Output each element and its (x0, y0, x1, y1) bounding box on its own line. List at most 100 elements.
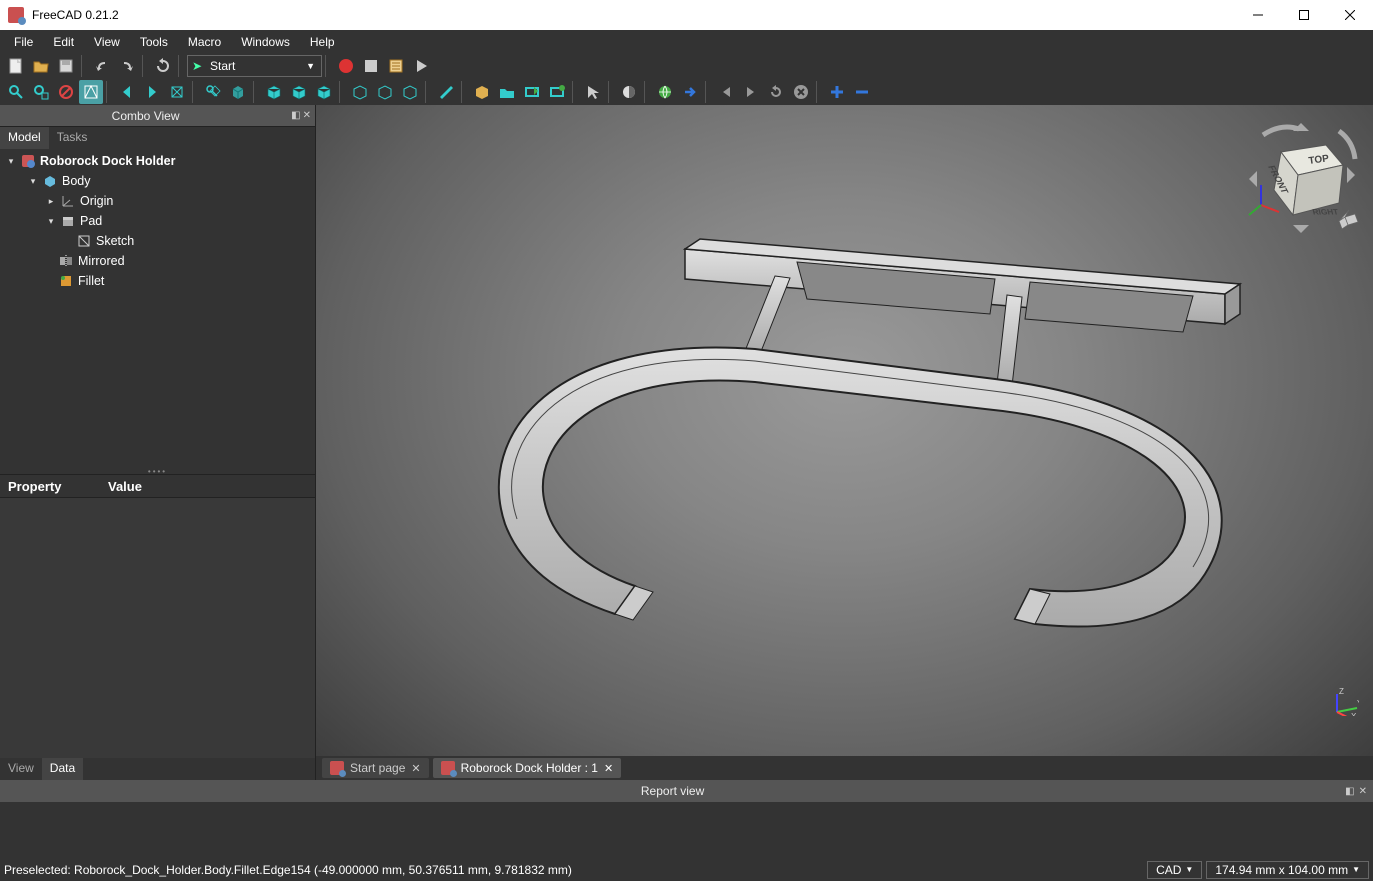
cursor-icon[interactable] (581, 80, 605, 104)
menu-macro[interactable]: Macro (178, 32, 231, 52)
separator (425, 81, 431, 103)
navcube-rotate-cw[interactable] (1339, 131, 1355, 159)
tree-item-fillet[interactable]: Fillet (0, 271, 315, 291)
save-file-icon[interactable] (54, 54, 78, 78)
tree-item-origin[interactable]: ▸Origin (0, 191, 315, 211)
part-icon[interactable] (470, 80, 494, 104)
tab-data[interactable]: Data (42, 758, 83, 780)
web-icon[interactable] (653, 80, 677, 104)
nav-mode-selector[interactable]: CAD▼ (1147, 861, 1202, 879)
cube-front-icon[interactable] (226, 80, 250, 104)
doctab-start[interactable]: Start page✕ (322, 758, 429, 778)
separator (608, 81, 614, 103)
drawstyle-icon[interactable] (79, 80, 103, 104)
nav-next-icon[interactable] (739, 80, 763, 104)
expand-icon[interactable]: ▾ (6, 156, 16, 167)
report-view-title: Report view ◧ ✕ (0, 780, 1373, 802)
stop-load-icon[interactable] (789, 80, 813, 104)
document-icon (20, 153, 36, 169)
dimensions-display[interactable]: 174.94 mm x 104.00 mm▼ (1206, 861, 1369, 879)
close-button[interactable] (1327, 0, 1373, 30)
document-tabs: Start page✕ Roborock Dock Holder : 1✕ (316, 756, 1373, 780)
expand-icon[interactable]: ▸ (46, 196, 56, 207)
go-icon[interactable] (678, 80, 702, 104)
menu-windows[interactable]: Windows (231, 32, 300, 52)
close-panel-icon[interactable]: ✕ (303, 110, 311, 121)
close-tab-icon[interactable]: ✕ (604, 762, 613, 775)
tree-item-pad[interactable]: ▾Pad (0, 211, 315, 231)
doctab-document[interactable]: Roborock Dock Holder : 1✕ (433, 758, 622, 778)
tree-item-body[interactable]: ▾Body (0, 171, 315, 191)
measure-icon[interactable] (434, 80, 458, 104)
menu-file[interactable]: File (4, 32, 43, 52)
navcube-arrow-down[interactable] (1293, 225, 1309, 233)
freecad-icon (330, 761, 344, 775)
expand-icon[interactable]: ▾ (46, 216, 56, 227)
group-icon[interactable] (495, 80, 519, 104)
expand-icon[interactable]: ▾ (28, 176, 38, 187)
nav-prev-icon[interactable] (714, 80, 738, 104)
view-top-icon[interactable] (287, 80, 311, 104)
mirror-icon (58, 253, 74, 269)
view-right-icon[interactable] (312, 80, 336, 104)
body-icon (42, 173, 58, 189)
separator (705, 81, 711, 103)
report-view-body[interactable] (0, 802, 1373, 858)
appearance-icon[interactable] (617, 80, 641, 104)
fit-selection-icon[interactable] (29, 80, 53, 104)
view-left-icon[interactable] (398, 80, 422, 104)
no-icon[interactable] (54, 80, 78, 104)
zoom-out-icon[interactable] (850, 80, 874, 104)
iso-view-icon[interactable] (201, 80, 225, 104)
menu-view[interactable]: View (84, 32, 130, 52)
refresh-icon[interactable] (151, 54, 175, 78)
view-rear-icon[interactable] (348, 80, 372, 104)
menu-help[interactable]: Help (300, 32, 345, 52)
3d-view[interactable]: TOP FRONT RIGHT (316, 105, 1373, 756)
macro-play-icon[interactable] (409, 54, 433, 78)
new-file-icon[interactable] (4, 54, 28, 78)
close-panel-icon[interactable]: ✕ (1359, 786, 1367, 797)
navcube-arrow-left[interactable] (1249, 171, 1257, 187)
redo-icon[interactable] (115, 54, 139, 78)
dock-icon[interactable]: ◧ (291, 110, 300, 121)
tab-view[interactable]: View (0, 758, 42, 780)
fit-all-icon[interactable] (4, 80, 28, 104)
dock-icon[interactable]: ◧ (1345, 786, 1354, 797)
tab-model[interactable]: Model (0, 127, 49, 149)
link-actions-icon[interactable] (545, 80, 569, 104)
tree-item-mirrored[interactable]: Mirrored (0, 251, 315, 271)
zoom-in-icon[interactable] (825, 80, 849, 104)
view-front-icon[interactable] (262, 80, 286, 104)
navcube-home[interactable] (1339, 210, 1358, 229)
model-tree[interactable]: ▾Roborock Dock Holder ▾Body ▸Origin ▾Pad… (0, 149, 315, 468)
tree-item-document[interactable]: ▾Roborock Dock Holder (0, 151, 315, 171)
open-file-icon[interactable] (29, 54, 53, 78)
menu-tools[interactable]: Tools (130, 32, 178, 52)
minimize-button[interactable] (1235, 0, 1281, 30)
tab-tasks[interactable]: Tasks (49, 127, 96, 149)
link-make-icon[interactable] (520, 80, 544, 104)
navigation-cube[interactable]: TOP FRONT RIGHT (1241, 117, 1361, 237)
undo-icon[interactable] (90, 54, 114, 78)
tree-item-sketch[interactable]: Sketch (0, 231, 315, 251)
macro-record-icon[interactable] (334, 54, 358, 78)
maximize-button[interactable] (1281, 0, 1327, 30)
nav-back-icon[interactable] (115, 80, 139, 104)
view-bottom-icon[interactable] (373, 80, 397, 104)
link-icon[interactable] (165, 80, 189, 104)
close-tab-icon[interactable]: ✕ (411, 762, 420, 775)
navcube-arrow-right[interactable] (1347, 167, 1355, 183)
reload-icon[interactable] (764, 80, 788, 104)
separator (572, 81, 578, 103)
macro-stop-icon[interactable] (359, 54, 383, 78)
macro-list-icon[interactable] (384, 54, 408, 78)
3d-model[interactable] (435, 154, 1255, 654)
workbench-selector[interactable]: ➤ Start ▼ (187, 55, 322, 77)
chevron-down-icon: ▼ (1185, 865, 1193, 874)
svg-text:X: X (1351, 712, 1357, 716)
menubar: File Edit View Tools Macro Windows Help (0, 30, 1373, 53)
property-table-body[interactable] (0, 498, 315, 758)
nav-forward-icon[interactable] (140, 80, 164, 104)
menu-edit[interactable]: Edit (43, 32, 84, 52)
